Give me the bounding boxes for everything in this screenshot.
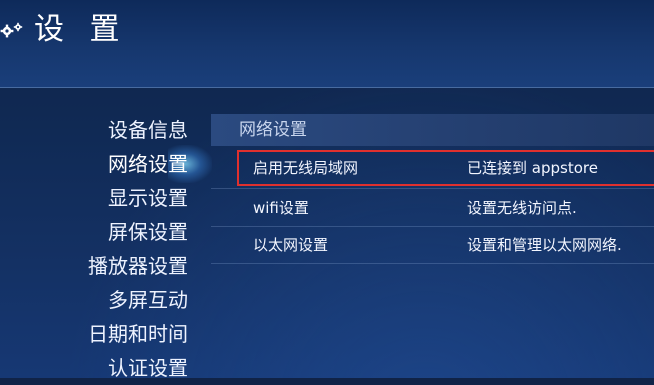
sidebar-item-display-settings[interactable]: 显示设置 [0, 181, 188, 215]
setting-label: wifi设置 [253, 199, 309, 217]
sidebar-item-network-settings[interactable]: 网络设置 [0, 147, 188, 181]
setting-row-wifi[interactable]: wifi设置 设置无线访问点. [211, 189, 654, 227]
header-divider [0, 87, 654, 88]
sidebar-item-screensaver-settings[interactable]: 屏保设置 [0, 215, 188, 249]
highlight-frame [237, 150, 654, 186]
sidebar-item-date-time[interactable]: 日期和时间 [0, 317, 188, 351]
sidebar-item-device-info[interactable]: 设备信息 [0, 113, 188, 147]
gear-icon [0, 22, 23, 38]
panel-header: 网络设置 [211, 114, 654, 146]
setting-row-ethernet[interactable]: 以太网设置 设置和管理以太网网络. [211, 226, 654, 264]
sidebar-item-player-settings[interactable]: 播放器设置 [0, 249, 188, 283]
row-divider [211, 263, 654, 264]
setting-label: 以太网设置 [253, 236, 329, 254]
settings-sidebar: 设备信息 网络设置 显示设置 屏保设置 播放器设置 多屏互动 日期和时间 认证设… [0, 113, 188, 385]
sidebar-item-certification[interactable]: 认证设置 [0, 351, 188, 385]
panel-title: 网络设置 [239, 120, 307, 140]
page-title: 设 置 [34, 12, 128, 47]
setting-value: 设置无线访问点. [467, 199, 577, 217]
sidebar-item-multiscreen[interactable]: 多屏互动 [0, 283, 188, 317]
setting-value: 设置和管理以太网网络. [467, 236, 622, 254]
